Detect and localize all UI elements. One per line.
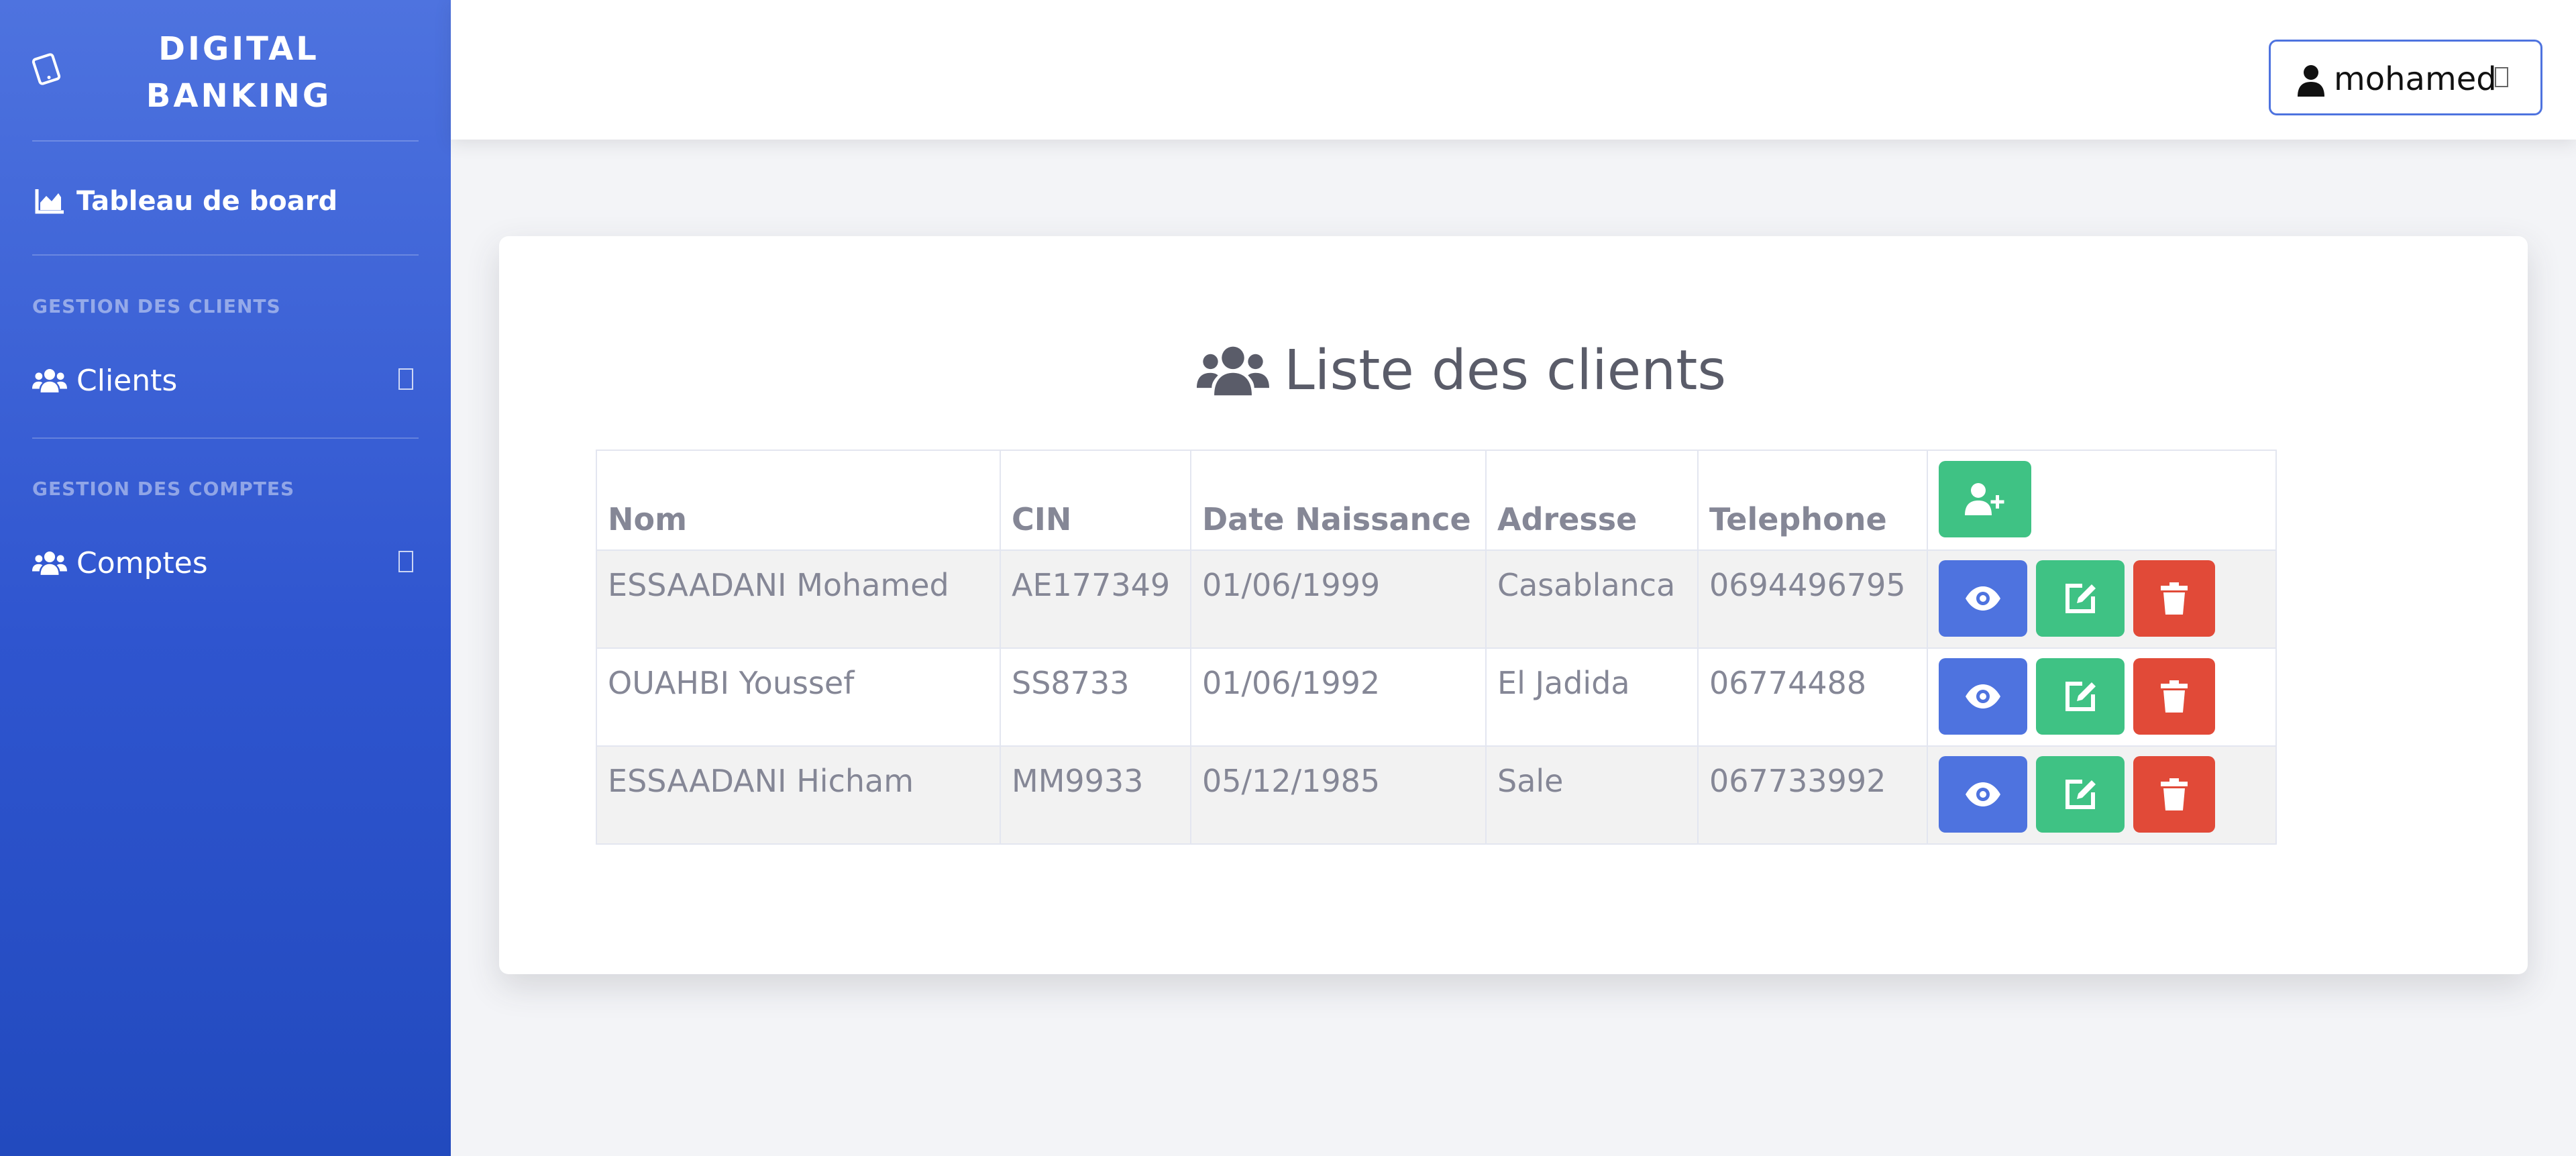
column-header-adresse[interactable]: Adresse — [1485, 450, 1699, 551]
sidebar-divider — [32, 140, 419, 142]
cell-adresse: El Jadida — [1485, 647, 1699, 747]
eye-icon — [1966, 586, 2000, 611]
trash-icon — [2161, 582, 2188, 615]
cell-date-naissance: 01/06/1999 — [1190, 549, 1487, 649]
trash-icon — [2161, 778, 2188, 810]
sidebar: DIGITAL BANKING Tableau de board GESTION… — [0, 0, 451, 1156]
view-button[interactable] — [1939, 756, 2027, 833]
view-button[interactable] — [1939, 658, 2027, 735]
eye-icon — [1966, 782, 2000, 806]
tablet-icon — [32, 53, 61, 85]
chevron-icon — [398, 551, 413, 572]
brand-name: DIGITAL BANKING — [146, 30, 332, 115]
cell-cin: MM9933 — [1000, 745, 1191, 845]
cell-telephone: 06774488 — [1697, 647, 1928, 747]
table-row: ESSAADANI Hicham MM9933 05/12/1985 Sale … — [596, 745, 2277, 845]
sidebar-item-label: Comptes — [76, 545, 208, 580]
users-icon — [1197, 346, 1269, 396]
edit-icon — [2065, 584, 2096, 613]
delete-button[interactable] — [2133, 658, 2215, 735]
table-row: OUAHBI Youssef SS8733 01/06/1992 El Jadi… — [596, 647, 2277, 747]
section-heading-clients: GESTION DES CLIENTS — [32, 295, 281, 317]
row-actions — [1927, 647, 2277, 747]
cell-date-naissance: 05/12/1985 — [1190, 745, 1487, 845]
user-icon — [2298, 65, 2324, 97]
user-plus-icon — [1965, 483, 2004, 515]
cell-cin: SS8733 — [1000, 647, 1191, 747]
section-heading-comptes: GESTION DES COMPTES — [32, 478, 295, 500]
sidebar-brand[interactable]: DIGITAL BANKING — [0, 0, 451, 141]
cell-date-naissance: 01/06/1992 — [1190, 647, 1487, 747]
sidebar-item-comptes[interactable]: Comptes — [32, 536, 419, 590]
sidebar-item-label: Clients — [76, 363, 178, 398]
sidebar-item-dashboard[interactable]: Tableau de board — [32, 174, 419, 228]
users-icon — [32, 363, 67, 398]
edit-button[interactable] — [2036, 756, 2125, 833]
edit-button[interactable] — [2036, 658, 2125, 735]
cell-adresse: Casablanca — [1485, 549, 1699, 649]
cell-adresse: Sale — [1485, 745, 1699, 845]
actions-header — [1927, 450, 2277, 551]
column-header-date-naissance[interactable]: Date Naissance — [1190, 450, 1487, 551]
column-header-telephone[interactable]: Telephone — [1697, 450, 1928, 551]
edit-button[interactable] — [2036, 560, 2125, 637]
eye-icon — [1966, 684, 2000, 708]
cell-nom: ESSAADANI Mohamed — [596, 549, 1001, 649]
edit-icon — [2065, 682, 2096, 711]
page-title: Liste des clients — [1197, 330, 1726, 411]
clients-card: Liste des clients Nom CIN Date Naissance… — [499, 236, 2528, 974]
trash-icon — [2161, 680, 2188, 713]
user-menu-button[interactable]: mohamed — [2269, 40, 2542, 115]
delete-button[interactable] — [2133, 756, 2215, 833]
view-button[interactable] — [1939, 560, 2027, 637]
cell-nom: ESSAADANI Hicham — [596, 745, 1001, 845]
caret-icon — [2495, 67, 2508, 87]
clients-table: Nom CIN Date Naissance Adresse Telephone — [596, 450, 2277, 845]
cell-telephone: 0694496795 — [1697, 549, 1928, 649]
sidebar-item-clients[interactable]: Clients — [32, 354, 419, 407]
topbar — [451, 0, 2576, 140]
table-row: ESSAADANI Mohamed AE177349 01/06/1999 Ca… — [596, 549, 2277, 649]
sidebar-item-label: Tableau de board — [76, 186, 338, 217]
sidebar-divider — [32, 437, 419, 439]
page-title-text: Liste des clients — [1284, 338, 1727, 403]
area-chart-icon — [32, 184, 67, 219]
sidebar-divider — [32, 254, 419, 256]
table-header-row: Nom CIN Date Naissance Adresse Telephone — [596, 450, 2277, 551]
edit-icon — [2065, 780, 2096, 809]
row-actions — [1927, 549, 2277, 649]
cell-cin: AE177349 — [1000, 549, 1191, 649]
users-icon — [32, 545, 67, 580]
row-actions — [1927, 745, 2277, 845]
column-header-cin[interactable]: CIN — [1000, 450, 1191, 551]
add-client-button[interactable] — [1939, 461, 2031, 537]
cell-nom: OUAHBI Youssef — [596, 647, 1001, 747]
user-name: mohamed — [2334, 60, 2497, 98]
column-header-nom[interactable]: Nom — [596, 450, 1001, 551]
chevron-icon — [398, 368, 413, 390]
delete-button[interactable] — [2133, 560, 2215, 637]
cell-telephone: 067733992 — [1697, 745, 1928, 845]
